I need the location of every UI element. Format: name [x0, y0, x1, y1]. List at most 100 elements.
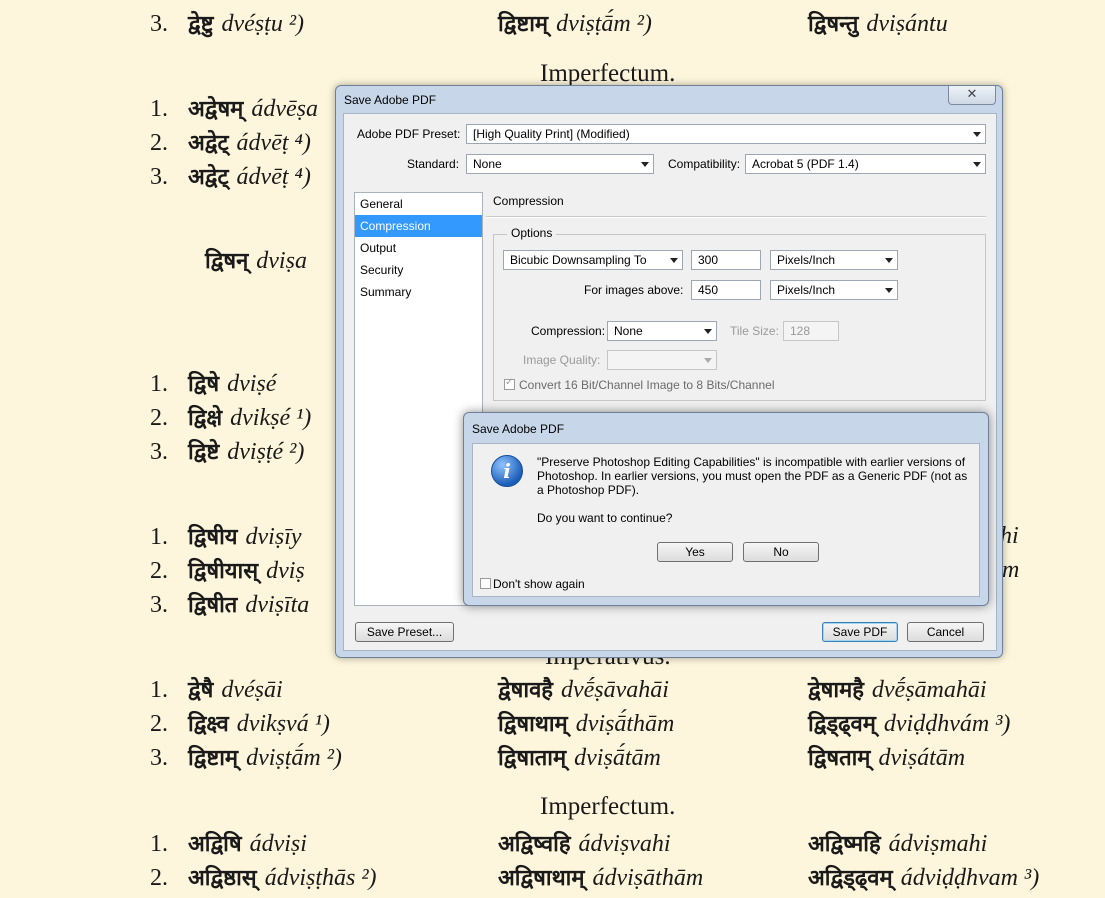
yes-button[interactable]: Yes	[657, 542, 733, 562]
document-line: 2. द्विक्षे dvikṣé ¹)	[150, 402, 311, 432]
devanagari-word: द्विषताम्	[808, 746, 871, 771]
document-line: द्वेषामहै dvḗṣāmahāi	[808, 674, 987, 704]
devanagari-word: अद्वेषम्	[188, 97, 244, 122]
options-group-label: Options	[507, 226, 557, 240]
document-line: 3. द्विष्टाम् dviṣṭā́m ²)	[150, 742, 342, 772]
chevron-down-icon	[885, 288, 893, 293]
nav-item-compression[interactable]: Compression	[355, 215, 482, 237]
transliteration: dvéṣāi	[221, 677, 283, 703]
devanagari-word: द्वेषै	[188, 678, 214, 703]
transliteration: dviṣīta	[245, 592, 310, 618]
compression-label: Compression:	[531, 324, 606, 338]
nav-item-output[interactable]: Output	[355, 237, 482, 259]
compression-value: None	[614, 324, 643, 338]
transliteration: dviṣīy	[245, 524, 302, 550]
line-number: 1.	[150, 371, 168, 397]
save-pdf-button[interactable]: Save PDF	[822, 622, 898, 642]
section-heading: Imperfectum.	[540, 60, 676, 87]
nav-item-summary[interactable]: Summary	[355, 281, 482, 303]
transliteration: dviṣántu	[866, 11, 948, 37]
chevron-down-icon	[973, 132, 981, 137]
transliteration: dviṣé	[227, 371, 277, 397]
document-line: द्विषाथाम् dviṣā́thām	[498, 708, 674, 738]
transliteration: dviṣā́thām	[575, 711, 675, 737]
devanagari-word: अद्वेट्	[188, 131, 229, 156]
line-number: 1.	[150, 677, 168, 703]
panel-title: Compression	[493, 194, 564, 208]
line-number: 2.	[150, 558, 168, 584]
alert-message-text: "Preserve Photoshop Editing Capabilities…	[537, 455, 968, 497]
devanagari-word: द्विषे	[188, 372, 220, 397]
document-line: 1. द्विषे dviṣé	[150, 368, 276, 398]
dont-show-again-label: Don't show again	[493, 577, 585, 591]
transliteration: dviṣṭā́m ²)	[556, 11, 652, 37]
tile-size-input[interactable]: 128	[783, 321, 839, 341]
transliteration: dviṣā́tām	[574, 745, 661, 771]
document-line: 3. अद्वेट् ádvēṭ ⁴)	[150, 161, 311, 191]
chevron-down-icon	[704, 358, 712, 363]
compatibility-value: Acrobat 5 (PDF 1.4)	[752, 157, 859, 171]
dont-show-again-checkbox[interactable]	[480, 578, 491, 589]
line-number: 2.	[150, 711, 168, 737]
preset-select[interactable]: [High Quality Print] (Modified)	[466, 124, 986, 144]
downsample-ppi-input[interactable]: 300	[691, 250, 761, 270]
transliteration: dviḍḍhvám ³)	[883, 711, 1011, 737]
transliteration: ádvēṭ ⁴)	[236, 130, 311, 156]
document-line: 1. द्वेषै dvéṣāi	[150, 674, 283, 704]
images-above-input[interactable]: 450	[691, 280, 761, 300]
transliteration: dviṣṭé ²)	[227, 439, 305, 465]
document-line: 2. द्विक्ष्व dvikṣvá ¹)	[150, 708, 330, 738]
document-line: द्विषाताम् dviṣā́tām	[498, 742, 661, 772]
close-button[interactable]: ✕	[948, 86, 996, 105]
chevron-down-icon	[973, 162, 981, 167]
transliteration: dvḗṣāmahāi	[871, 677, 987, 703]
line-number: 1.	[150, 524, 168, 550]
compression-select[interactable]: None	[607, 321, 717, 341]
document-line: 2. अद्वेट् ádvēṭ ⁴)	[150, 127, 311, 157]
image-quality-select[interactable]	[607, 350, 717, 370]
standard-value: None	[473, 157, 502, 171]
convert-16bit-checkbox[interactable]	[504, 377, 515, 390]
devanagari-word: द्विषीत	[188, 593, 238, 618]
info-icon: i	[491, 455, 523, 487]
transliteration: ádviṣvahi	[578, 831, 671, 857]
devanagari-word: द्विषीयास्	[188, 559, 259, 584]
save-preset-button[interactable]: Save Preset...	[355, 622, 454, 642]
line-number: 2.	[150, 130, 168, 156]
compatibility-label: Compatibility:	[668, 157, 741, 171]
devanagari-word: द्विक्ष्व	[188, 712, 229, 737]
transliteration: dvikṣvá ¹)	[236, 711, 330, 737]
downsample-unit-select[interactable]: Pixels/Inch	[770, 250, 898, 270]
transliteration: ádviḍḍhvam ³)	[900, 865, 1040, 891]
no-button[interactable]: No	[743, 542, 819, 562]
downsampling-value: Bicubic Downsampling To	[510, 253, 647, 267]
devanagari-word: अद्विषाथाम्	[498, 866, 585, 891]
devanagari-word: द्विड्ढ्वम्	[808, 712, 876, 737]
devanagari-word: द्विक्षे	[188, 406, 223, 431]
convert-16bit-label: Convert 16 Bit/Channel Image to 8 Bits/C…	[519, 378, 775, 392]
alert-body: i "Preserve Photoshop Editing Capabiliti…	[472, 443, 980, 597]
transliteration: ádviṣi	[249, 831, 307, 857]
line-number: 3.	[150, 164, 168, 190]
preset-label: Adobe PDF Preset:	[357, 127, 461, 141]
devanagari-word: अद्विषि	[188, 832, 242, 857]
cancel-button[interactable]: Cancel	[907, 622, 984, 642]
nav-item-security[interactable]: Security	[355, 259, 482, 281]
transliteration: dvikṣé ¹)	[230, 405, 312, 431]
devanagari-word: द्विषीय	[188, 525, 238, 550]
downsampling-select[interactable]: Bicubic Downsampling To	[503, 250, 683, 270]
devanagari-word: द्विष्टाम्	[498, 12, 549, 37]
images-above-unit-select[interactable]: Pixels/Inch	[770, 280, 898, 300]
transliteration: ádvēṣa	[251, 96, 318, 122]
document-line: द्विड्ढ्वम् dviḍḍhvám ³)	[808, 708, 1010, 738]
title-bar: Save Adobe PDF ✕	[336, 86, 1002, 112]
transliteration: dviṣa	[256, 248, 307, 274]
devanagari-word: द्विष्टे	[188, 440, 220, 465]
standard-select[interactable]: None	[466, 154, 654, 174]
alert-title: Save Adobe PDF	[472, 422, 565, 436]
nav-item-general[interactable]: General	[355, 193, 482, 215]
devanagari-word: द्विषन्	[205, 249, 249, 274]
document-line: अद्विड्ढ्वम् ádviḍḍhvam ³)	[808, 862, 1039, 892]
chevron-down-icon	[885, 258, 893, 263]
compatibility-select[interactable]: Acrobat 5 (PDF 1.4)	[745, 154, 986, 174]
